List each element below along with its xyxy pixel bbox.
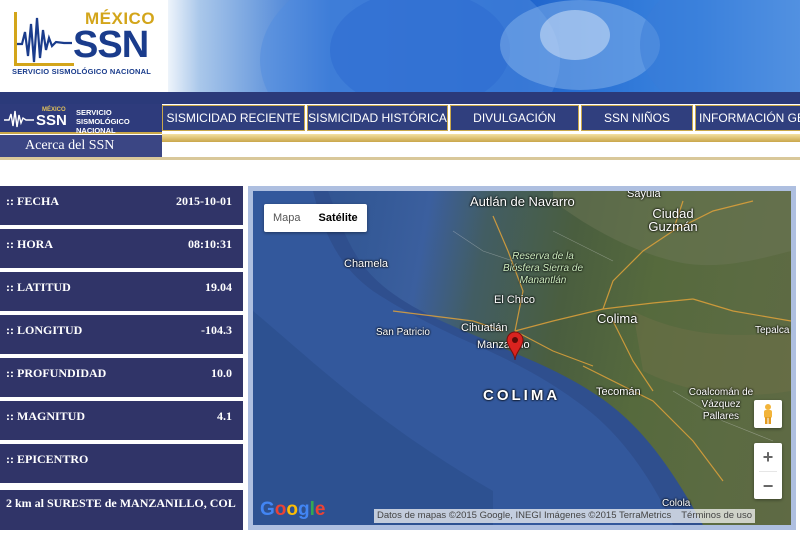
seismograph-icon xyxy=(14,12,74,66)
terms-of-use-link[interactable]: Términos de uso xyxy=(671,509,752,523)
info-row-epicentro: :: EPICENTRO xyxy=(0,444,243,485)
map-label-ciudad-guzman: Ciudad Guzmán xyxy=(648,206,698,234)
info-label: :: EPICENTRO xyxy=(6,452,89,466)
street-view-pegman-icon[interactable] xyxy=(754,400,782,428)
info-row-hora: :: HORA 08:10:31 xyxy=(0,229,243,270)
info-label: :: LONGITUD xyxy=(6,323,83,337)
info-value: 10.0 xyxy=(211,366,232,380)
nav-gold-band xyxy=(162,134,800,142)
info-row-longitud: :: LONGITUD -104.3 xyxy=(0,315,243,356)
google-logo[interactable]: Google xyxy=(260,499,325,521)
pegman-icon xyxy=(764,404,772,424)
info-label: :: PROFUNDIDAD xyxy=(6,366,107,380)
seismograph-icon xyxy=(4,110,34,128)
main-navbar: MÉXICO SSN SERVICIO SISMOLÓGICO NACIONAL… xyxy=(0,92,800,168)
epicenter-marker-icon[interactable] xyxy=(506,331,524,361)
info-row-magnitud: :: MAGNITUD 4.1 xyxy=(0,401,243,442)
logo-acronym: SSN xyxy=(73,24,149,66)
map-label-reserva: Reserva de la Biósfera Sierra de Manantl… xyxy=(502,251,584,286)
info-value: 4.1 xyxy=(217,409,232,423)
info-value: 08:10:31 xyxy=(188,237,232,251)
map-label-san-patricio: San Patricio xyxy=(376,327,430,338)
map-data-credit: Datos de mapas ©2015 Google, INEGI Imáge… xyxy=(377,510,672,521)
logo-subtitle: SERVICIO SISMOLÓGICO NACIONAL xyxy=(12,67,152,76)
ssn-logo[interactable]: MÉXICO SSN SERVICIO SISMOLÓGICO NACIONAL xyxy=(0,0,168,92)
nav-item-sismicidad-historica[interactable]: SISMICIDAD HISTÓRICA xyxy=(307,105,448,131)
map-label-chamela: Chamela xyxy=(344,258,389,270)
nav-menu: SISMICIDAD RECIENTE SISMICIDAD HISTÓRICA… xyxy=(162,104,800,134)
about-ssn-link[interactable]: Acerca del SSN xyxy=(0,135,162,157)
zoom-control: + − xyxy=(754,443,782,499)
nav-item-informacion-general[interactable]: INFORMACIÓN GENERAL xyxy=(695,105,800,131)
nav-logo-acronym: SSN xyxy=(36,112,67,129)
info-label: :: FECHA xyxy=(6,194,59,208)
map-label-autlan: Autlán de Navarro xyxy=(470,194,575,209)
nav-item-sismicidad-reciente[interactable]: SISMICIDAD RECIENTE xyxy=(162,105,305,131)
map-label-coalcoman: Coalcomán de Vázquez Pallares xyxy=(688,387,754,422)
info-label: :: MAGNITUD xyxy=(6,409,85,423)
nav-logo-text-line: SERVICIO xyxy=(76,108,112,117)
quake-info-panel: :: FECHA 2015-10-01 :: HORA 08:10:31 :: … xyxy=(0,186,243,530)
map-frame: Autlán de Navarro Sayula Ciudad Guzmán C… xyxy=(248,186,796,530)
zoom-out-button[interactable]: − xyxy=(754,472,782,500)
map-type-map-button[interactable]: Mapa xyxy=(264,204,310,232)
info-value: 19.04 xyxy=(205,280,232,294)
site-header-banner: MÉXICO SSN SERVICIO SISMOLÓGICO NACIONAL xyxy=(0,0,800,92)
map-label-el-chico: El Chico xyxy=(494,294,535,306)
info-label: :: HORA xyxy=(6,237,53,251)
map-type-control: Mapa Satélite xyxy=(264,204,367,232)
map-label-colima-state: COLIMA xyxy=(483,387,561,404)
info-row-latitud: :: LATITUD 19.04 xyxy=(0,272,243,313)
map-label-tepalca: Tepalca xyxy=(755,325,790,336)
epicenter-description: 2 km al SURESTE de MANZANILLO, COL xyxy=(0,490,243,530)
nav-item-ssn-ninos[interactable]: SSN NIÑOS xyxy=(581,105,693,131)
nav-logo-text: SERVICIO SISMOLÓGICO NACIONAL xyxy=(76,108,130,135)
map-label-sayula: Sayula xyxy=(627,191,661,200)
nav-ssn-logo[interactable]: MÉXICO SSN SERVICIO SISMOLÓGICO NACIONAL xyxy=(0,104,162,135)
zoom-in-button[interactable]: + xyxy=(754,443,782,471)
nav-white-band xyxy=(162,142,800,150)
map-label-colola: Colola xyxy=(662,498,691,509)
map-attribution: Datos de mapas ©2015 Google, INEGI Imáge… xyxy=(374,509,755,523)
satellite-map[interactable]: Autlán de Navarro Sayula Ciudad Guzmán C… xyxy=(253,191,791,525)
info-label: :: LATITUD xyxy=(6,280,71,294)
info-value: 2015-10-01 xyxy=(176,194,232,208)
map-label-colima-city: Colima xyxy=(597,311,638,326)
info-value: -104.3 xyxy=(201,323,232,337)
nav-top-stripe xyxy=(0,92,800,104)
nav-bottom-stripe xyxy=(0,157,800,160)
nav-logo-text-line: NACIONAL xyxy=(76,126,116,135)
map-label-cihuatlan: Cihuatlán xyxy=(461,322,508,334)
map-type-satellite-button[interactable]: Satélite xyxy=(310,204,367,232)
map-label-tecoman: Tecomán xyxy=(596,386,641,398)
info-row-fecha: :: FECHA 2015-10-01 xyxy=(0,186,243,227)
info-row-profundidad: :: PROFUNDIDAD 10.0 xyxy=(0,358,243,399)
nav-logo-text-line: SISMOLÓGICO xyxy=(76,117,130,126)
nav-item-divulgacion[interactable]: DIVULGACIÓN xyxy=(450,105,579,131)
